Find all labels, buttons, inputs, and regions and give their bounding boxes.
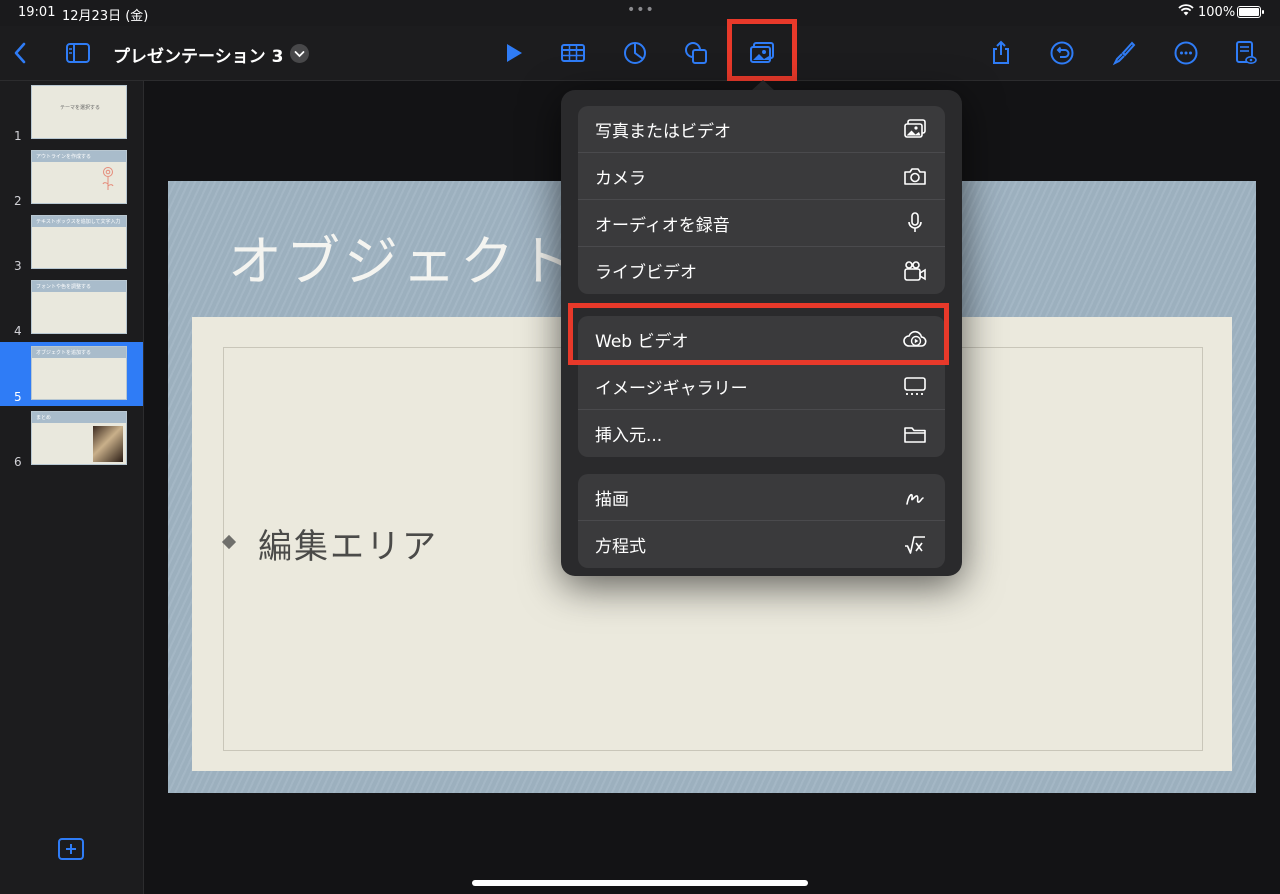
live-video-icon — [902, 260, 928, 282]
chevron-left-icon — [14, 42, 26, 64]
coffee-photo-thumbnail — [93, 426, 123, 462]
media-button-highlight — [727, 19, 797, 81]
drawing-icon — [902, 486, 928, 508]
slide-preview: フォントや色を調整する — [31, 280, 127, 334]
menu-item-photo-video[interactable]: 写真またはビデオ — [578, 106, 945, 153]
menu-item-live-video[interactable]: ライブビデオ — [578, 247, 945, 294]
format-button[interactable] — [1107, 36, 1141, 70]
slide-thumbnail-2[interactable]: アウトラインを作成する 2 — [0, 146, 143, 210]
camera-icon — [902, 165, 928, 187]
ellipsis-icon — [1174, 41, 1198, 65]
paintbrush-icon — [1112, 41, 1136, 66]
media-group: 写真またはビデオ カメラ オーディオを録音 ライブビデオ — [578, 106, 945, 294]
document-title[interactable]: プレゼンテーション 3 — [113, 42, 283, 67]
insert-chart-button[interactable] — [618, 36, 652, 70]
menu-item-drawing[interactable]: 描画 — [578, 474, 945, 521]
slide-preview: アウトラインを作成する — [31, 150, 127, 204]
notes-eye-icon — [1236, 41, 1257, 64]
presenter-notes-button[interactable] — [1228, 36, 1262, 70]
web-video-highlight — [568, 303, 949, 365]
home-indicator[interactable] — [472, 880, 808, 886]
battery-icon — [1237, 6, 1264, 18]
insert-shape-button[interactable] — [679, 36, 713, 70]
slide-thumbnail-4[interactable]: フォントや色を調整する 4 — [0, 276, 143, 340]
slide-body-text[interactable]: 編集エリア — [258, 519, 438, 568]
shapes-icon — [685, 42, 707, 64]
menu-item-equation[interactable]: 方程式 — [578, 521, 945, 568]
undo-icon — [1050, 41, 1074, 65]
slide-preview: テキストボックスを追加して文字入力 — [31, 215, 127, 269]
multitasking-dots-icon[interactable]: ••• — [627, 2, 655, 18]
image-gallery-icon — [902, 375, 928, 397]
status-time: 19:01 — [18, 5, 56, 20]
menu-item-camera[interactable]: カメラ — [578, 153, 945, 200]
toolbar: プレゼンテーション 3 — [0, 26, 1280, 81]
flower-icon — [102, 167, 114, 190]
table-icon — [561, 44, 585, 62]
back-button[interactable] — [4, 36, 38, 70]
insert-table-button[interactable] — [556, 36, 590, 70]
play-icon — [507, 44, 522, 62]
share-icon — [993, 40, 1009, 64]
wifi-icon — [1178, 4, 1194, 20]
slide-preview: まとめ — [31, 411, 127, 465]
microphone-icon — [902, 212, 928, 234]
add-slide-icon — [58, 838, 84, 860]
slide-preview: オブジェクトを追加する — [31, 346, 127, 400]
slide-preview: テーマを選択する — [31, 85, 127, 139]
menu-item-image-gallery[interactable]: イメージギャラリー — [578, 363, 945, 410]
undo-button[interactable] — [1045, 36, 1079, 70]
play-button[interactable] — [496, 36, 530, 70]
add-slide-button[interactable] — [58, 838, 84, 860]
drawing-group: 描画 方程式 — [578, 474, 945, 568]
pie-chart-icon — [624, 42, 646, 64]
menu-item-insert-from[interactable]: 挿入元... — [578, 410, 945, 457]
folder-icon — [902, 423, 928, 445]
slide-thumbnail-5[interactable]: オブジェクトを追加する 5 — [0, 342, 143, 406]
slide-thumbnail-6[interactable]: まとめ 6 — [0, 407, 143, 471]
photo-video-icon — [902, 118, 928, 140]
slide-title[interactable]: オブジェクト — [228, 217, 576, 296]
more-button[interactable] — [1169, 36, 1203, 70]
slide-thumbnail-3[interactable]: テキストボックスを追加して文字入力 3 — [0, 211, 143, 275]
share-button[interactable] — [984, 36, 1018, 70]
status-bar: 19:01 12月23日 (金) ••• 100% — [0, 0, 1280, 26]
slide-navigator: テーマを選択する 1 アウトラインを作成する 2 テキストボックスを追加して文字… — [0, 81, 144, 894]
sidebar-toggle-button[interactable] — [61, 36, 95, 70]
sidebar-icon — [66, 43, 90, 63]
battery-percent: 100% — [1198, 5, 1236, 20]
title-menu-chevron-icon[interactable] — [290, 44, 309, 63]
status-date: 12月23日 (金) — [62, 9, 149, 24]
equation-icon — [902, 534, 928, 556]
slide-thumbnail-1[interactable]: テーマを選択する 1 — [0, 81, 143, 145]
menu-item-record-audio[interactable]: オーディオを録音 — [578, 200, 945, 247]
